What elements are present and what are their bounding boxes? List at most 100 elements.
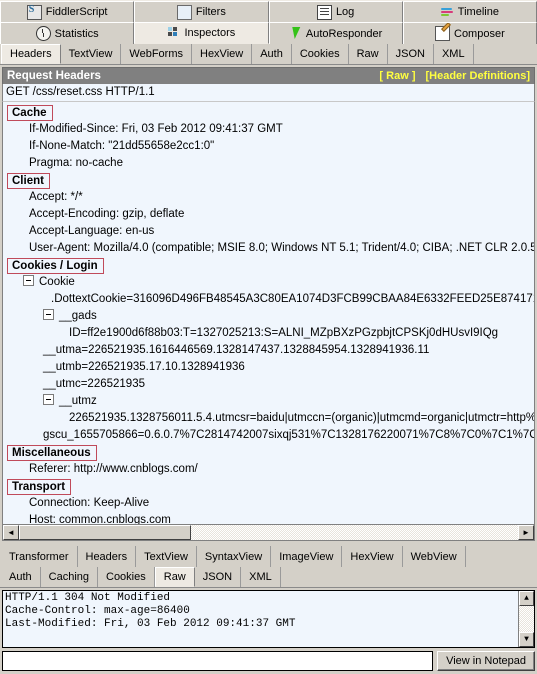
header-row-text: __utmz	[59, 394, 97, 407]
request-tab-auth[interactable]: Auth	[252, 44, 292, 64]
tab-statistics[interactable]: Statistics	[0, 22, 135, 44]
main-tab-row-2: Statistics Inspectors AutoResponder Comp…	[0, 22, 537, 44]
header-row[interactable]: Accept-Encoding: gzip, deflate	[3, 206, 534, 223]
tab-label: Cookies	[106, 571, 146, 583]
scroll-track[interactable]	[19, 525, 518, 540]
fiddler-window: FiddlerScript Filters Log Timeline Stati…	[0, 0, 537, 674]
response-raw-view[interactable]: HTTP/1.1 304 Not Modified Cache-Control:…	[2, 590, 535, 648]
tab-label: Filters	[195, 6, 226, 18]
response-tab-headers[interactable]: Headers	[77, 546, 137, 567]
header-row-text: __utma=226521935.1616446569.1328147437.1…	[43, 343, 430, 356]
response-tab-auth[interactable]: Auth	[1, 567, 41, 587]
request-tab-headers[interactable]: Headers	[1, 44, 61, 64]
request-tab-textview[interactable]: TextView	[60, 44, 122, 64]
tree-collapse-icon[interactable]	[23, 274, 34, 286]
tab-filters[interactable]: Filters	[134, 1, 269, 22]
header-row[interactable]: Accept: */*	[3, 189, 534, 206]
header-row-text: User-Agent: Mozilla/4.0 (compatible; MSI…	[29, 241, 534, 254]
header-group-label: Cache	[7, 104, 53, 121]
header-row[interactable]: User-Agent: Mozilla/4.0 (compatible; MSI…	[3, 240, 534, 257]
header-group-label: Client	[7, 172, 50, 189]
scroll-down-button[interactable]: ▼	[519, 632, 534, 647]
request-tab-hexview[interactable]: HexView	[192, 44, 253, 64]
header-row[interactable]: Pragma: no-cache	[3, 155, 534, 172]
header-row[interactable]: ID=ff2e1900d6f88b03:T=1327025213:S=ALNI_…	[3, 325, 534, 342]
scroll-up-button[interactable]: ▲	[519, 591, 534, 606]
header-group-label: Transport	[7, 478, 72, 495]
view-in-notepad-button[interactable]: View in Notepad	[437, 651, 535, 671]
header-row[interactable]: 226521935.1328756011.5.4.utmcsr=baidu|ut…	[3, 410, 534, 427]
header-group: Transport	[3, 478, 534, 495]
tab-label: Auth	[260, 47, 283, 60]
header-group: Cookies / Login	[3, 257, 534, 274]
response-vertical-scrollbar[interactable]: ▲ ▼	[518, 591, 534, 647]
find-input[interactable]	[2, 651, 434, 671]
header-group: Client	[3, 172, 534, 189]
request-tab-cookies[interactable]: Cookies	[291, 44, 349, 64]
horizontal-scrollbar[interactable]: ◄ ►	[2, 525, 535, 541]
header-row[interactable]: __utmz	[3, 393, 534, 410]
tree-collapse-icon[interactable]	[43, 393, 54, 405]
request-tab-raw[interactable]: Raw	[348, 44, 388, 64]
response-tab-textview[interactable]: TextView	[136, 546, 197, 567]
response-tab-imageview[interactable]: ImageView	[271, 546, 343, 567]
response-tab-hexview[interactable]: HexView	[342, 546, 403, 567]
response-tab-xml[interactable]: XML	[241, 567, 281, 587]
response-tab-transformer[interactable]: Transformer	[1, 546, 78, 567]
request-headers-tree[interactable]: Cache If-Modified-Since: Fri, 03 Feb 2012…	[2, 101, 535, 526]
tab-label: ImageView	[279, 550, 334, 563]
tab-label: WebForms	[129, 47, 183, 60]
header-row-text: Cookie	[39, 275, 75, 288]
scroll-right-button[interactable]: ►	[518, 525, 534, 540]
scroll-thumb[interactable]	[19, 525, 191, 540]
tab-inspectors[interactable]: Inspectors	[134, 22, 269, 44]
request-tab-json[interactable]: JSON	[387, 44, 434, 64]
header-row[interactable]: __gads	[3, 308, 534, 325]
header-row[interactable]: __utma=226521935.1616446569.1328147437.1…	[3, 342, 534, 359]
raw-link[interactable]: [ Raw ]	[379, 70, 415, 82]
filters-icon	[176, 4, 192, 20]
header-definitions-link[interactable]: [Header Definitions]	[425, 70, 530, 82]
tab-fiddlerscript[interactable]: FiddlerScript	[0, 1, 135, 22]
header-group: Cache	[3, 104, 534, 121]
response-tab-webview[interactable]: WebView	[402, 546, 466, 567]
tab-timeline[interactable]: Timeline	[402, 1, 537, 22]
tab-label: FiddlerScript	[45, 6, 108, 18]
response-inspector-tabs-row-2: Auth Caching Cookies Raw JSON XML	[0, 567, 537, 588]
response-tab-json[interactable]: JSON	[194, 567, 242, 587]
response-tab-cookies[interactable]: Cookies	[98, 567, 155, 587]
header-row[interactable]: Accept-Language: en-us	[3, 223, 534, 240]
response-tab-raw[interactable]: Raw	[154, 567, 195, 587]
response-tab-syntaxview[interactable]: SyntaxView	[196, 546, 272, 567]
tab-log[interactable]: Log	[268, 1, 403, 22]
header-row[interactable]: Host: common.cnblogs.com	[3, 512, 534, 525]
header-row[interactable]: Connection: Keep-Alive	[3, 495, 534, 512]
header-row-text: __gads	[59, 309, 97, 322]
header-row[interactable]: __utmc=226521935	[3, 376, 534, 393]
header-row[interactable]: Referer: http://www.cnblogs.com/	[3, 461, 534, 478]
tab-composer[interactable]: Composer	[402, 22, 537, 44]
tree-collapse-icon[interactable]	[43, 308, 54, 320]
tab-label: Auth	[9, 571, 32, 583]
header-row-text: If-None-Match: "21dd55658e2cc1:0"	[29, 139, 215, 152]
header-row-text: gscu_1655705866=0.6.0.7%7C2814742007sixq…	[43, 428, 534, 441]
header-group-label: Cookies / Login	[7, 257, 104, 274]
tab-autoresponder[interactable]: AutoResponder	[268, 22, 403, 44]
header-row[interactable]: Cookie	[3, 274, 534, 291]
tab-label: Timeline	[457, 6, 499, 18]
header-row[interactable]: .DottextCookie=316096D496FB48545A3C80EA1…	[3, 291, 534, 308]
tab-label: Headers	[85, 550, 128, 563]
request-tab-xml[interactable]: XML	[433, 44, 474, 64]
header-row[interactable]: __utmb=226521935.17.10.1328941936	[3, 359, 534, 376]
script-icon	[26, 4, 42, 20]
request-inspector-tabs: Headers TextView WebForms HexView Auth Cookie…	[0, 44, 537, 65]
header-row[interactable]: gscu_1655705866=0.6.0.7%7C2814742007sixq…	[3, 427, 534, 444]
header-row[interactable]: If-Modified-Since: Fri, 03 Feb 2012 09:4…	[3, 121, 534, 138]
timeline-icon	[440, 6, 454, 19]
header-row-text: 226521935.1328756011.5.4.utmcsr=baidu|ut…	[69, 411, 534, 424]
response-tab-caching[interactable]: Caching	[40, 567, 98, 587]
tab-label: Transformer	[9, 550, 69, 563]
header-row[interactable]: If-None-Match: "21dd55658e2cc1:0"	[3, 138, 534, 155]
scroll-left-button[interactable]: ◄	[3, 525, 19, 540]
request-tab-webforms[interactable]: WebForms	[121, 44, 192, 64]
